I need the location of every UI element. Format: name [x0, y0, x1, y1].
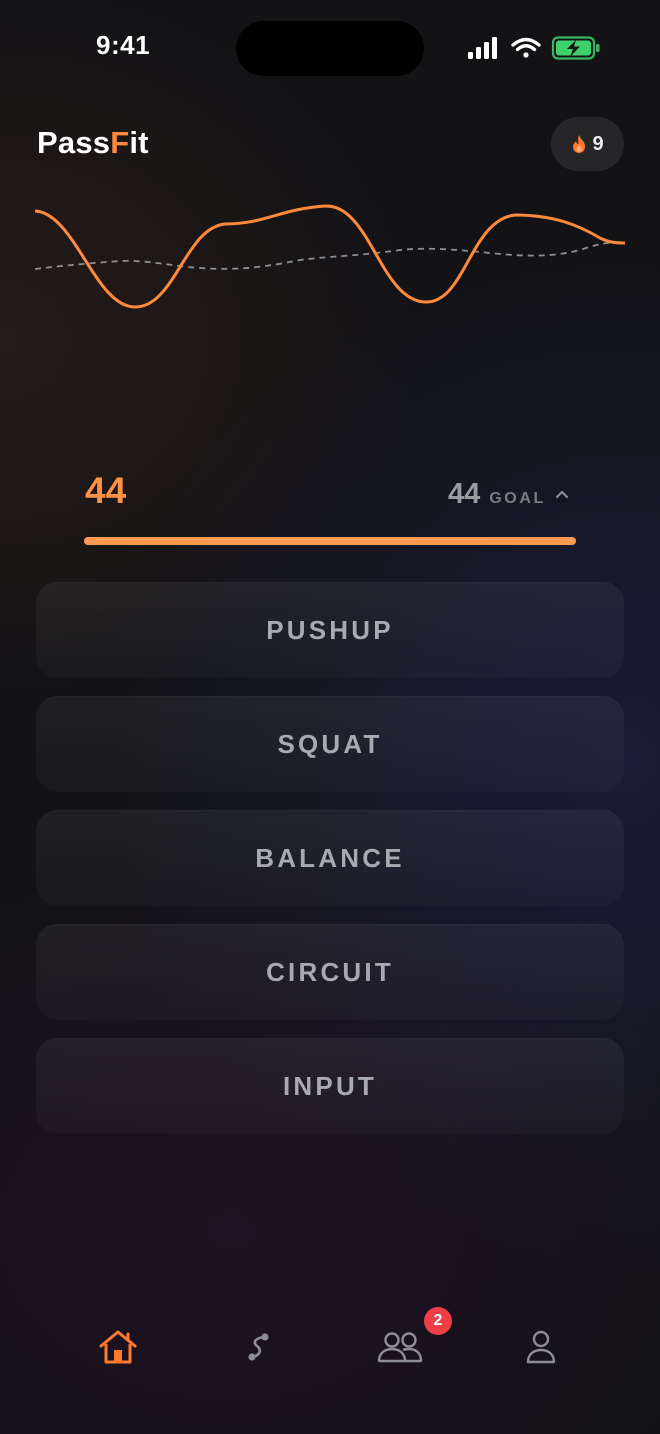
- pushup-button[interactable]: PUSHUP: [36, 582, 624, 678]
- goal-toggle[interactable]: 44 GOAL: [448, 478, 569, 511]
- app-title-main: Pass: [37, 125, 111, 160]
- friends-icon: [377, 1332, 423, 1363]
- input-button[interactable]: INPUT: [36, 1038, 624, 1134]
- route-icon: [248, 1333, 269, 1361]
- performance-trend-line: [34, 204, 626, 309]
- app-title: PassFit: [37, 125, 149, 161]
- profile-icon: [526, 1330, 556, 1364]
- goal-value: 44: [448, 478, 481, 510]
- tab-profile[interactable]: [511, 1322, 571, 1372]
- streak-badge[interactable]: 9: [551, 117, 624, 171]
- progress-bar: [84, 537, 576, 545]
- balance-button[interactable]: BALANCE: [36, 810, 624, 906]
- average-trend-line: [34, 241, 626, 270]
- squat-button[interactable]: SQUAT: [36, 696, 624, 792]
- signal-icon: [468, 37, 497, 59]
- wifi-icon: [511, 37, 541, 58]
- chevron-up-icon: [555, 490, 568, 499]
- status-time: 9:41: [96, 30, 151, 60]
- home-icon: [99, 1330, 137, 1364]
- workout-list: PUSHUP SQUAT BALANCE CIRCUIT INPUT: [36, 582, 624, 1152]
- dynamic-island: [236, 21, 424, 76]
- tab-bar: [0, 1300, 660, 1390]
- friends-notification-badge: 2: [424, 1307, 452, 1335]
- tab-route[interactable]: [229, 1322, 289, 1372]
- streak-count: 9: [592, 132, 604, 155]
- app-title-end: it: [129, 125, 149, 160]
- tab-friends[interactable]: [370, 1322, 430, 1372]
- goal-label: GOAL: [489, 490, 546, 507]
- status-icons: [468, 36, 600, 60]
- flame-icon: [573, 135, 586, 153]
- app-title-accent: F: [110, 125, 130, 160]
- trend-chart: [34, 204, 626, 309]
- battery-charging-icon: [551, 36, 600, 60]
- circuit-button[interactable]: CIRCUIT: [36, 924, 624, 1020]
- tab-home[interactable]: [88, 1322, 148, 1372]
- progress-bar-fill: [84, 537, 576, 545]
- home-screen: 9:41 PassFit 9 44 44 GOAL PUSHUP SQUAT B…: [0, 0, 660, 1434]
- progress-value: 44: [85, 470, 127, 511]
